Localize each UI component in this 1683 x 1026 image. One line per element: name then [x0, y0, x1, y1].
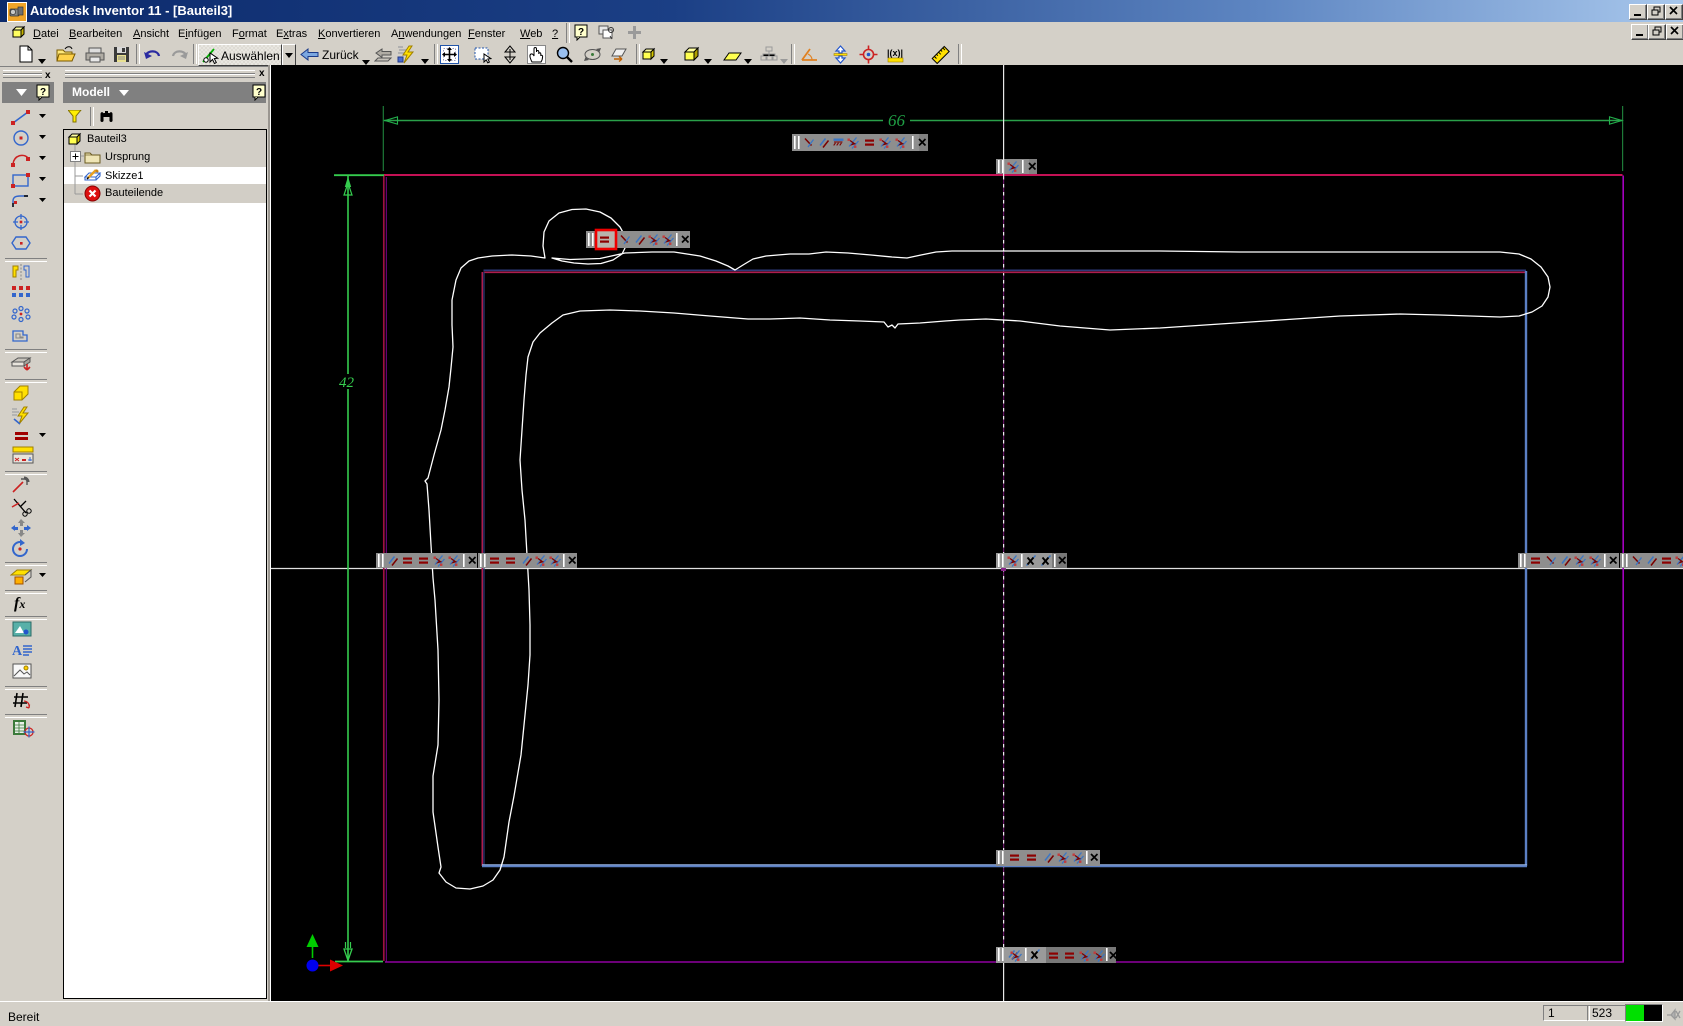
svg-text:A: A [12, 644, 23, 659]
svg-text:42: 42 [339, 375, 355, 391]
svg-text:|(x)|: |(x)| [887, 48, 903, 58]
svg-text:66: 66 [888, 111, 906, 130]
svg-text:?: ? [256, 87, 262, 98]
svg-text:?: ? [40, 87, 46, 98]
svg-text:?: ? [578, 27, 584, 38]
